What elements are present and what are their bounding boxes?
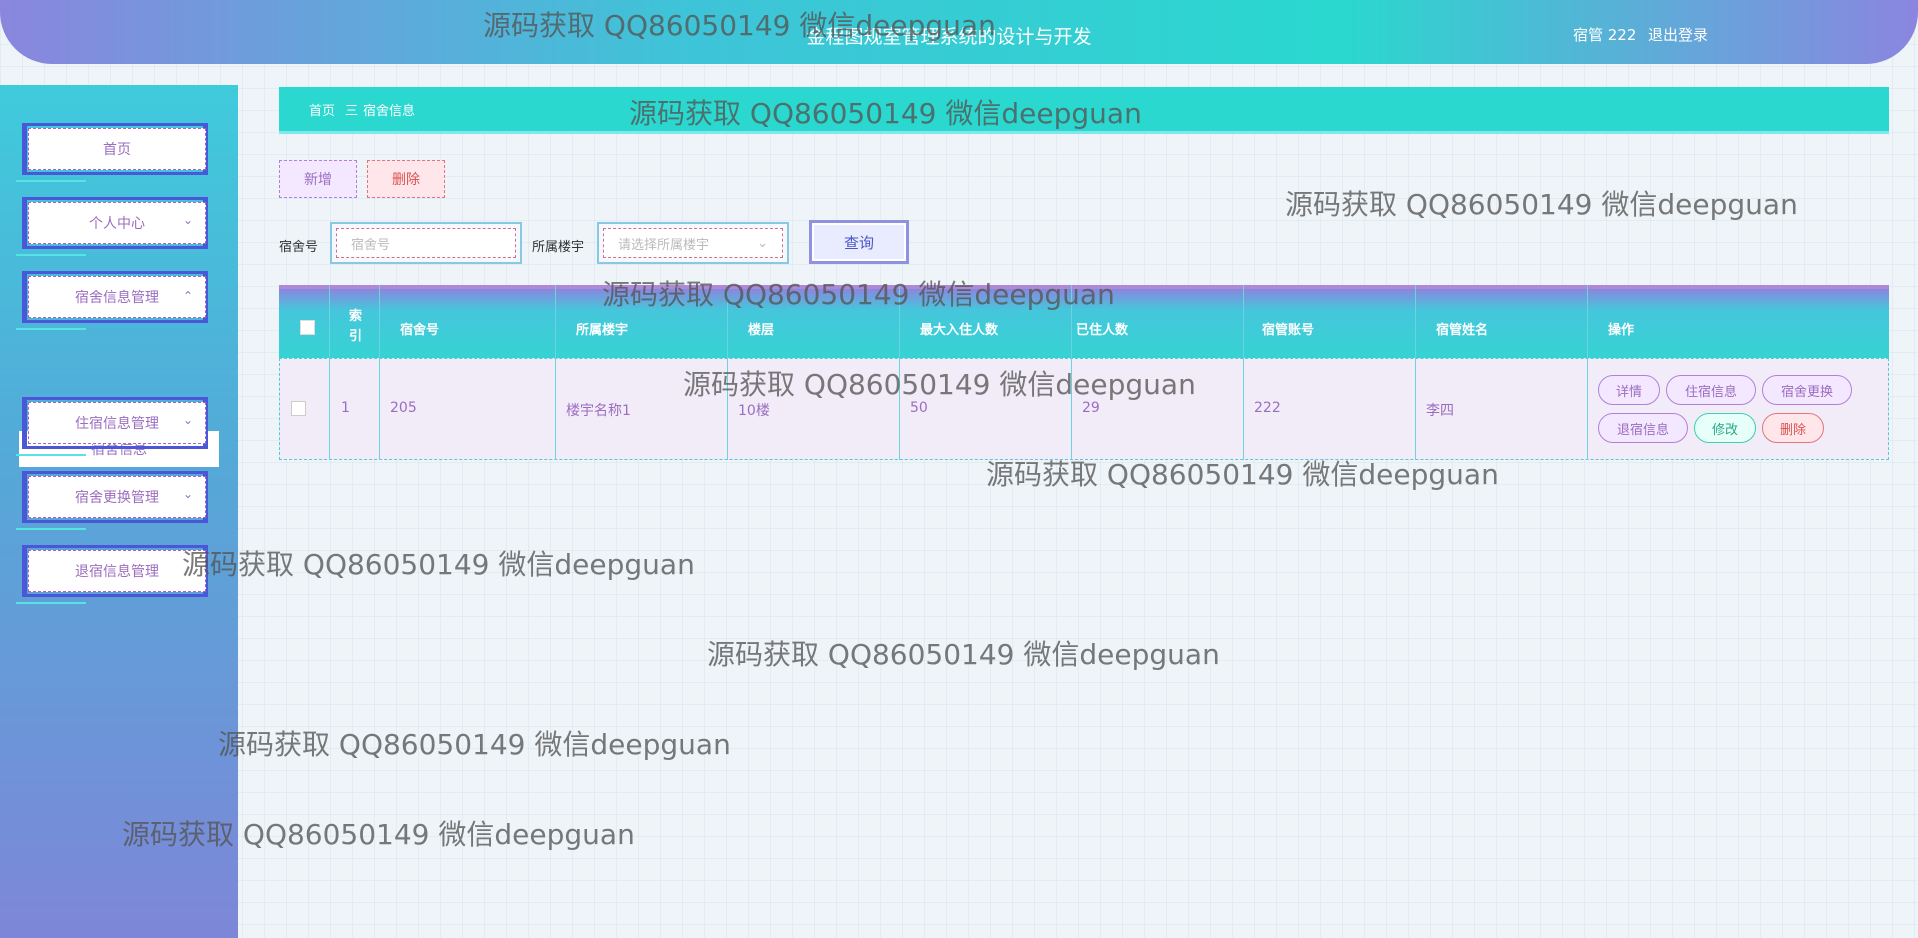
column-header-max: 最大入住人数 <box>920 323 999 338</box>
column-divider <box>1587 285 1588 460</box>
delete-button[interactable]: 删除 <box>367 160 445 198</box>
dorm-number-input-wrapper: 宿舍号 <box>330 222 522 264</box>
watermark: 源码获取 QQ86050149 微信deepguan <box>218 728 731 761</box>
cell-current: 29 <box>1082 400 1100 416</box>
logout-link[interactable]: 退出登录 <box>1648 24 1708 45</box>
column-header-account: 宿管账号 <box>1262 323 1315 338</box>
chevron-down-icon: ⌄ <box>182 413 193 427</box>
chevron-up-icon: ⌃ <box>182 289 193 303</box>
column-header-building: 所属楼宇 <box>576 323 629 338</box>
sidebar-item-label[interactable]: 首页 <box>28 128 206 170</box>
checkout-info-button[interactable]: 退宿信息 <box>1598 413 1688 443</box>
cell-account: 222 <box>1254 400 1281 416</box>
cell-index: 1 <box>341 400 350 416</box>
chevron-down-icon: ⌄ <box>182 213 193 227</box>
menu-decoration <box>16 602 86 604</box>
sidebar-item-text: 住宿信息管理 <box>75 416 159 432</box>
sidebar-item-text: 个人中心 <box>89 216 145 232</box>
sidebar-item-label[interactable]: 住宿信息管理 ⌄ <box>28 402 206 444</box>
building-select-placeholder: 请选择所属楼宇 <box>618 237 710 253</box>
building-label: 所属楼宇 <box>532 240 585 255</box>
dorm-change-button[interactable]: 宿舍更换 <box>1762 375 1852 405</box>
column-divider <box>727 285 728 460</box>
building-select[interactable]: 请选择所属楼宇 ⌄ <box>603 228 783 258</box>
column-divider <box>329 285 330 460</box>
column-divider <box>555 285 556 460</box>
menu-decoration <box>16 328 86 330</box>
sidebar-item-lodging[interactable]: 住宿信息管理 ⌄ <box>16 394 214 456</box>
column-divider <box>1415 285 1416 460</box>
menu-decoration <box>16 454 86 456</box>
sidebar-item-text: 宿舍更换管理 <box>75 490 159 506</box>
column-header-floor: 楼层 <box>748 323 775 338</box>
chevron-down-icon: ⌄ <box>182 487 193 501</box>
watermark: 源码获取 QQ86050149 微信deepguan <box>182 548 695 581</box>
column-header-name: 宿管姓名 <box>1436 323 1489 338</box>
sidebar-item-label[interactable]: 个人中心 ⌄ <box>28 202 206 244</box>
sidebar: 首页 个人中心 ⌄ 宿舍信息管理 ⌃ 宿舍信息 住宿信息管理 ⌄ 宿舍更换管理 ⌄ 退宿… <box>0 85 238 938</box>
current-user: 宿管 222 <box>1573 26 1637 44</box>
row-checkbox[interactable] <box>291 401 306 416</box>
menu-decoration <box>16 528 86 530</box>
chevron-down-icon: ⌄ <box>757 235 768 251</box>
column-divider <box>1071 285 1072 460</box>
cell-max: 50 <box>910 400 928 416</box>
dorm-number-label: 宿舍号 <box>279 240 319 255</box>
table-header: 索引 宿舍号 所属楼宇 楼层 最大入住人数 已住人数 宿管账号 宿管姓名 操作 <box>279 285 1889 358</box>
sidebar-item-label[interactable]: 退宿信息管理 <box>28 550 206 592</box>
column-header-actions: 操作 <box>1608 323 1635 338</box>
lodging-info-button[interactable]: 住宿信息 <box>1666 375 1756 405</box>
breadcrumb-home[interactable]: 首页 <box>309 100 335 119</box>
row-delete-button[interactable]: 删除 <box>1762 413 1824 443</box>
building-select-wrapper: 请选择所属楼宇 ⌄ <box>597 222 789 264</box>
sidebar-item-profile[interactable]: 个人中心 ⌄ <box>16 194 214 256</box>
column-divider <box>1243 285 1244 460</box>
sidebar-item-text: 宿舍信息管理 <box>75 290 159 306</box>
column-divider <box>899 285 900 460</box>
add-button[interactable]: 新增 <box>279 160 357 198</box>
cell-building: 楼宇名称1 <box>566 403 631 419</box>
column-divider <box>379 285 380 460</box>
sidebar-item-label[interactable]: 宿舍更换管理 ⌄ <box>28 476 206 518</box>
breadcrumb-separator-icon: 三 <box>345 104 359 119</box>
menu-decoration <box>16 180 86 182</box>
menu-decoration <box>16 254 86 256</box>
sidebar-item-label[interactable]: 宿舍信息管理 ⌃ <box>28 276 206 318</box>
sidebar-item-dorm-change[interactable]: 宿舍更换管理 ⌄ <box>16 468 214 530</box>
query-button[interactable]: 查询 <box>809 220 909 264</box>
sidebar-item-checkout[interactable]: 退宿信息管理 <box>16 542 214 604</box>
cell-dorm: 205 <box>390 400 417 416</box>
watermark: 源码获取 QQ86050149 微信deepguan <box>707 638 1220 671</box>
watermark: 源码获取 QQ86050149 微信deepguan <box>1285 188 1798 221</box>
breadcrumb: 首页 三 宿舍信息 <box>279 87 1889 134</box>
cell-name: 李四 <box>1426 403 1454 419</box>
cell-floor: 10楼 <box>738 403 770 419</box>
sidebar-item-dorm-info[interactable]: 宿舍信息管理 ⌃ <box>16 268 214 330</box>
column-header-index: 索引 <box>349 309 363 344</box>
column-header-dorm: 宿舍号 <box>400 323 440 338</box>
edit-button[interactable]: 修改 <box>1694 413 1756 443</box>
breadcrumb-current: 宿舍信息 <box>363 104 416 119</box>
sidebar-item-home[interactable]: 首页 <box>16 120 214 182</box>
dorm-number-input[interactable]: 宿舍号 <box>336 228 516 258</box>
column-header-current: 已住人数 <box>1076 323 1129 338</box>
select-all-checkbox[interactable] <box>300 320 315 335</box>
top-header: 金程图规室管理系统的设计与开发 宿管 222 退出登录 <box>0 0 1918 64</box>
detail-button[interactable]: 详情 <box>1598 375 1660 405</box>
